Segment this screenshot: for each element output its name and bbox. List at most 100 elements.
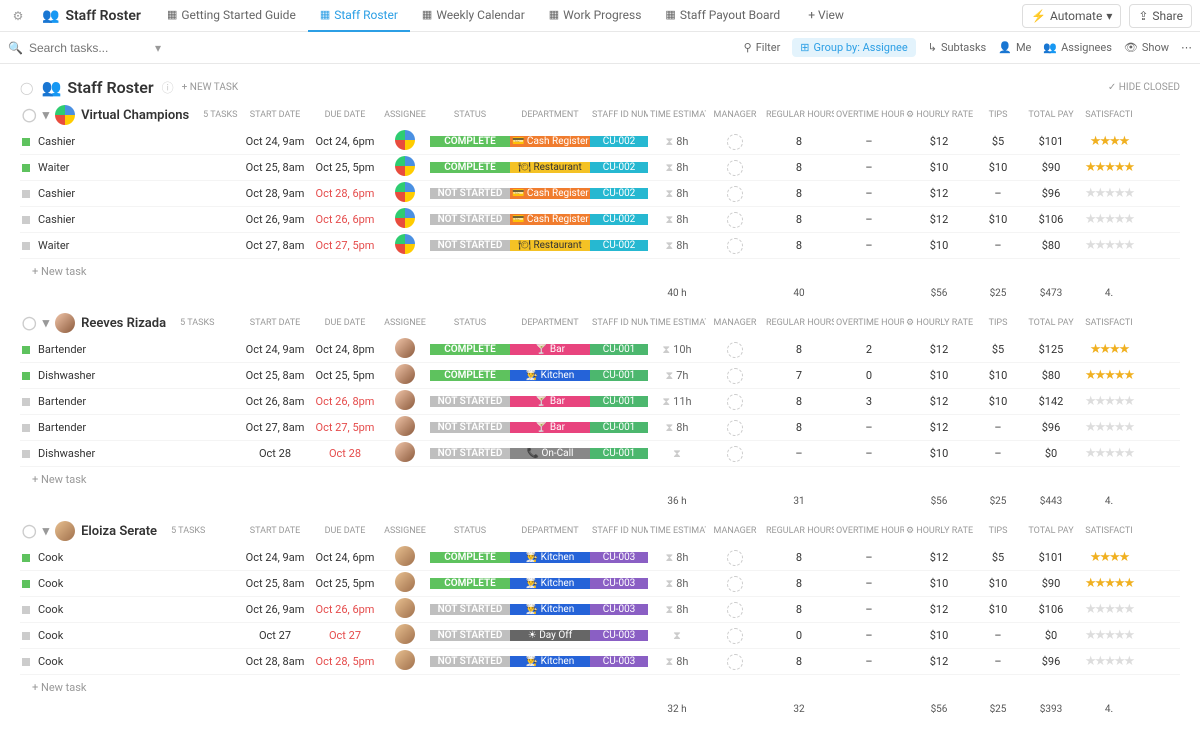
department-badge[interactable]: 🍸 Bar [510, 396, 590, 407]
hourly-rate[interactable]: $12 [904, 655, 974, 668]
due-date[interactable]: Oct 28, 5pm [310, 655, 380, 668]
task-row[interactable]: CashierOct 24, 9amOct 24, 6pmCOMPLETE💳 C… [20, 129, 1180, 155]
total-pay[interactable]: $96 [1022, 421, 1080, 434]
status-badge[interactable]: COMPLETE [430, 370, 510, 381]
col-total-pay[interactable]: TOTAL PAY [1022, 110, 1080, 120]
add-view[interactable]: + View [796, 8, 856, 24]
time-estimate[interactable]: ⧗ [648, 629, 706, 643]
staff-id[interactable]: CU-002 [590, 214, 648, 225]
total-pay[interactable]: $96 [1022, 187, 1080, 200]
time-estimate[interactable]: ⧗8h [648, 135, 706, 149]
tips[interactable]: $10 [974, 213, 1022, 226]
regular-hours[interactable]: 8 [764, 395, 834, 408]
start-date[interactable]: Oct 28, 9am [240, 187, 310, 200]
col-status[interactable]: STATUS [430, 318, 510, 328]
new-task-row[interactable]: + New task [20, 259, 1180, 284]
col-manager[interactable]: MANAGER [706, 526, 764, 536]
manager-cell[interactable] [706, 576, 764, 592]
start-date[interactable]: Oct 25, 8am [240, 369, 310, 382]
tips[interactable]: – [974, 239, 1022, 252]
regular-hours[interactable]: 8 [764, 239, 834, 252]
col-due-date[interactable]: DUE DATE [310, 110, 380, 120]
hourly-rate[interactable]: $12 [904, 603, 974, 616]
manager-cell[interactable] [706, 394, 764, 410]
department-badge[interactable]: 🍽 Restaurant [510, 162, 590, 173]
start-date[interactable]: Oct 27, 8am [240, 239, 310, 252]
tips[interactable]: $5 [974, 551, 1022, 564]
task-row[interactable]: CookOct 25, 8amOct 25, 5pmCOMPLETE👨‍🍳 Ki… [20, 571, 1180, 597]
manager-cell[interactable] [706, 238, 764, 254]
status-badge[interactable]: NOT STARTED [430, 188, 510, 199]
group-name[interactable]: ◯▾Eloiza Serate5 TASKS [20, 521, 240, 541]
manager-cell[interactable] [706, 186, 764, 202]
assignee-cell[interactable] [380, 208, 430, 231]
overtime-hours[interactable]: – [834, 239, 904, 252]
task-row[interactable]: WaiterOct 25, 8amOct 25, 5pmCOMPLETE🍽 Re… [20, 155, 1180, 181]
status-badge[interactable]: NOT STARTED [430, 630, 510, 641]
assignee-cell[interactable] [380, 598, 430, 621]
assignee-cell[interactable] [380, 130, 430, 153]
assignee-cell[interactable] [380, 442, 430, 465]
col-due-date[interactable]: DUE DATE [310, 526, 380, 536]
task-row[interactable]: CashierOct 28, 9amOct 28, 6pmNOT STARTED… [20, 181, 1180, 207]
due-date[interactable]: Oct 26, 8pm [310, 395, 380, 408]
satisfaction[interactable]: ★★★★★ [1080, 654, 1138, 669]
regular-hours[interactable]: 8 [764, 213, 834, 226]
col-hourly-rate[interactable]: ⚙ HOURLY RATE [904, 526, 974, 536]
department-badge[interactable]: 💳 Cash Register [510, 214, 590, 225]
regular-hours[interactable]: 0 [764, 629, 834, 642]
hourly-rate[interactable]: $12 [904, 395, 974, 408]
overtime-hours[interactable]: – [834, 213, 904, 226]
total-pay[interactable]: $90 [1022, 577, 1080, 590]
col-overtime-hours[interactable]: OVERTIME HOURS [834, 110, 904, 120]
regular-hours[interactable]: 8 [764, 603, 834, 616]
department-badge[interactable]: 💳 Cash Register [510, 136, 590, 147]
status-badge[interactable]: COMPLETE [430, 578, 510, 589]
total-pay[interactable]: $101 [1022, 551, 1080, 564]
groupby-button[interactable]: ⊞Group by: Assignee [792, 38, 915, 57]
start-date[interactable]: Oct 24, 9am [240, 551, 310, 564]
overtime-hours[interactable]: – [834, 421, 904, 434]
overtime-hours[interactable]: – [834, 629, 904, 642]
assignee-cell[interactable] [380, 416, 430, 439]
staff-id[interactable]: CU-001 [590, 448, 648, 459]
task-row[interactable]: WaiterOct 27, 8amOct 27, 5pmNOT STARTED🍽… [20, 233, 1180, 259]
department-badge[interactable]: 👨‍🍳 Kitchen [510, 604, 590, 615]
col-manager[interactable]: MANAGER [706, 318, 764, 328]
new-task-row[interactable]: + New task [20, 675, 1180, 700]
satisfaction[interactable]: ★★★★★ [1080, 160, 1138, 175]
staff-id[interactable]: CU-002 [590, 240, 648, 251]
col-satisfacti[interactable]: SATISFACTI [1080, 318, 1138, 328]
tips[interactable]: – [974, 421, 1022, 434]
col-time-estimate[interactable]: TIME ESTIMATE [648, 526, 706, 536]
due-date[interactable]: Oct 26, 6pm [310, 213, 380, 226]
due-date[interactable]: Oct 28 [310, 447, 380, 460]
total-pay[interactable]: $106 [1022, 603, 1080, 616]
tips[interactable]: $10 [974, 603, 1022, 616]
satisfaction[interactable]: ★★★★★ [1080, 602, 1138, 617]
overtime-hours[interactable]: 2 [834, 343, 904, 356]
overtime-hours[interactable]: 3 [834, 395, 904, 408]
hourly-rate[interactable]: $10 [904, 577, 974, 590]
start-date[interactable]: Oct 24, 9am [240, 135, 310, 148]
hourly-rate[interactable]: $12 [904, 343, 974, 356]
tips[interactable]: – [974, 655, 1022, 668]
manager-cell[interactable] [706, 212, 764, 228]
due-date[interactable]: Oct 27 [310, 629, 380, 642]
task-row[interactable]: CookOct 28, 8amOct 28, 5pmNOT STARTED👨‍🍳… [20, 649, 1180, 675]
new-task-row[interactable]: + New task [20, 467, 1180, 492]
col-overtime-hours[interactable]: OVERTIME HOURS [834, 318, 904, 328]
tips[interactable]: $10 [974, 369, 1022, 382]
col-start-date[interactable]: START DATE [240, 526, 310, 536]
col-total-pay[interactable]: TOTAL PAY [1022, 526, 1080, 536]
regular-hours[interactable]: 8 [764, 135, 834, 148]
time-estimate[interactable]: ⧗11h [648, 395, 706, 409]
regular-hours[interactable]: 8 [764, 421, 834, 434]
hourly-rate[interactable]: $12 [904, 213, 974, 226]
staff-id[interactable]: CU-002 [590, 162, 648, 173]
start-date[interactable]: Oct 27, 8am [240, 421, 310, 434]
col-hourly-rate[interactable]: ⚙ HOURLY RATE [904, 318, 974, 328]
hourly-rate[interactable]: $10 [904, 629, 974, 642]
satisfaction[interactable]: ★★★★★ [1080, 628, 1138, 643]
time-estimate[interactable]: ⧗8h [648, 603, 706, 617]
